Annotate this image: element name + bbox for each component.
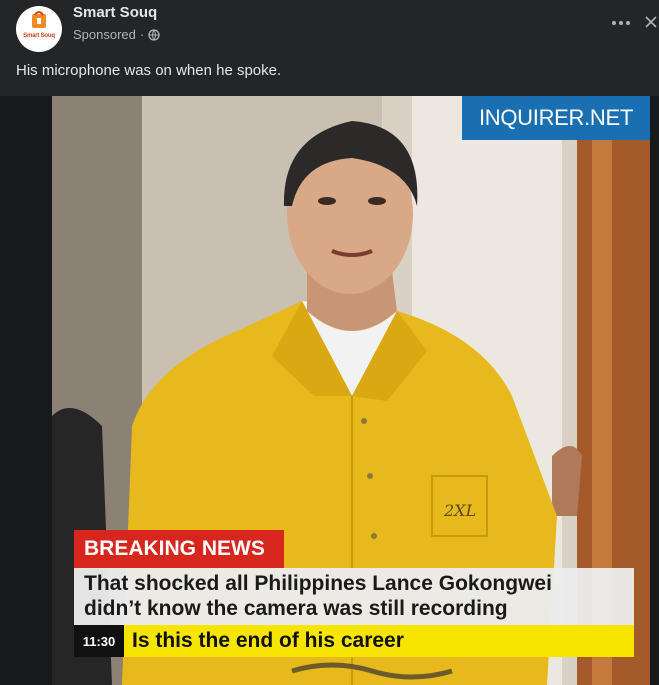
inquirer-logo-badge: INQUIRER.NET bbox=[462, 96, 650, 140]
globe-icon[interactable] bbox=[148, 28, 160, 41]
breaking-news-tag: BREAKING NEWS bbox=[74, 530, 284, 568]
headline-box: That shocked all Philippines Lance Gokon… bbox=[74, 568, 634, 625]
headline-line-1: That shocked all Philippines Lance Gokon… bbox=[84, 572, 552, 595]
shirt-mark: 2XL bbox=[443, 501, 476, 520]
close-button[interactable] bbox=[644, 10, 659, 36]
news-ticker: 11:30 Is this the end of his career bbox=[74, 625, 634, 657]
sponsored-label[interactable]: Sponsored bbox=[73, 27, 136, 42]
page-avatar[interactable]: Smart Souq bbox=[16, 6, 62, 52]
separator-dot: · bbox=[139, 27, 145, 42]
sponsored-line: Sponsored · bbox=[73, 27, 160, 42]
page-name-link[interactable]: Smart Souq bbox=[73, 4, 157, 21]
post-caption: His microphone was on when he spoke. bbox=[16, 62, 282, 79]
more-options-button[interactable] bbox=[606, 10, 636, 36]
avatar-logo-text: Smart Souq bbox=[23, 33, 55, 39]
more-dots-icon bbox=[612, 21, 630, 25]
shopping-bag-logo-icon bbox=[32, 11, 46, 28]
ticker-time: 11:30 bbox=[74, 625, 124, 657]
close-icon bbox=[645, 16, 657, 28]
ticker-text: Is this the end of his career bbox=[132, 629, 404, 652]
post-header: Smart Souq Smart Souq Sponsored · bbox=[0, 0, 659, 58]
post-image[interactable]: 2XL INQUIRER.NET BREAKING NEWS That shoc… bbox=[0, 96, 659, 685]
headline-line-2: didn’t know the camera was still recordi… bbox=[84, 597, 508, 620]
